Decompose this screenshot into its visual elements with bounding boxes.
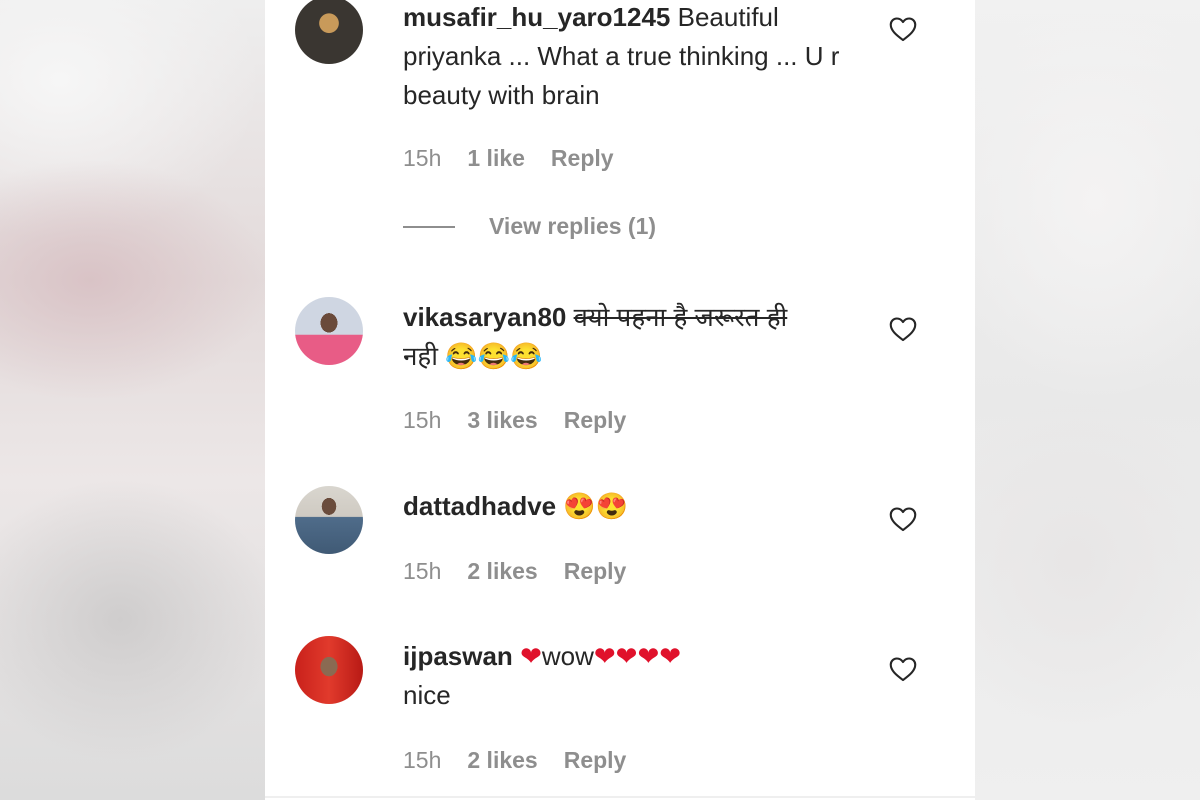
avatar[interactable] bbox=[295, 297, 363, 365]
comment-body-line2: nice bbox=[403, 680, 451, 710]
comment-text: musafir_hu_yaro1245 Beautiful priyanka .… bbox=[403, 0, 873, 115]
panel-bottom-divider bbox=[265, 796, 975, 798]
comment-body: wow bbox=[541, 641, 594, 671]
reply-button[interactable]: Reply bbox=[564, 747, 627, 774]
avatar[interactable] bbox=[295, 636, 363, 704]
comment-likes[interactable]: 1 like bbox=[467, 145, 525, 172]
comment-likes[interactable]: 2 likes bbox=[467, 558, 537, 585]
heart-icon[interactable] bbox=[889, 506, 917, 532]
comment-meta: 15h 2 likes Reply bbox=[403, 747, 626, 774]
comment-username[interactable]: vikasaryan80 bbox=[403, 302, 566, 332]
comment-time: 15h bbox=[403, 145, 442, 171]
heart-eyes-emoji: 😍😍 bbox=[563, 491, 629, 521]
comment-meta: 15h 1 like Reply bbox=[403, 145, 614, 172]
comment-body-struck: क्यो पहना है जरूरत ही bbox=[573, 302, 788, 332]
view-replies-label: View replies (1) bbox=[489, 213, 657, 239]
comment-time: 15h bbox=[403, 407, 442, 433]
laughing-emoji: 😂😂😂 bbox=[445, 341, 543, 371]
comment-time: 15h bbox=[403, 747, 442, 773]
reply-button[interactable]: Reply bbox=[551, 145, 614, 172]
reply-button[interactable]: Reply bbox=[564, 558, 627, 585]
avatar[interactable] bbox=[295, 486, 363, 554]
heart-icon[interactable] bbox=[889, 16, 917, 42]
comment-username[interactable]: ijpaswan bbox=[403, 641, 513, 671]
heart-icon[interactable] bbox=[889, 656, 917, 682]
divider-dash bbox=[403, 225, 455, 228]
comment-username[interactable]: musafir_hu_yaro1245 bbox=[403, 2, 670, 32]
blurred-background-left bbox=[0, 0, 265, 800]
comment-body: नही bbox=[403, 341, 438, 371]
comment-time: 15h bbox=[403, 558, 442, 584]
comment-meta: 15h 2 likes Reply bbox=[403, 558, 626, 585]
comment-meta: 15h 3 likes Reply bbox=[403, 407, 626, 434]
blurred-background-right bbox=[975, 0, 1200, 800]
comment-likes[interactable]: 3 likes bbox=[467, 407, 537, 434]
comment-likes[interactable]: 2 likes bbox=[467, 747, 537, 774]
red-heart-emoji: ❤ bbox=[520, 641, 542, 671]
comment-text: dattadhadve 😍😍 bbox=[403, 487, 873, 526]
red-hearts-emoji: ❤❤❤❤ bbox=[593, 641, 682, 671]
heart-icon[interactable] bbox=[889, 316, 917, 342]
comments-panel: musafir_hu_yaro1245 Beautiful priyanka .… bbox=[265, 0, 975, 800]
view-replies-button[interactable]: View replies (1) bbox=[403, 213, 656, 240]
reply-button[interactable]: Reply bbox=[564, 407, 627, 434]
comment-username[interactable]: dattadhadve bbox=[403, 491, 556, 521]
comment-text: ijpaswan ❤wow❤❤❤❤ nice bbox=[403, 637, 873, 715]
avatar[interactable] bbox=[295, 0, 363, 64]
comment-text: vikasaryan80 क्यो पहना है जरूरत ही नही 😂… bbox=[403, 298, 873, 376]
